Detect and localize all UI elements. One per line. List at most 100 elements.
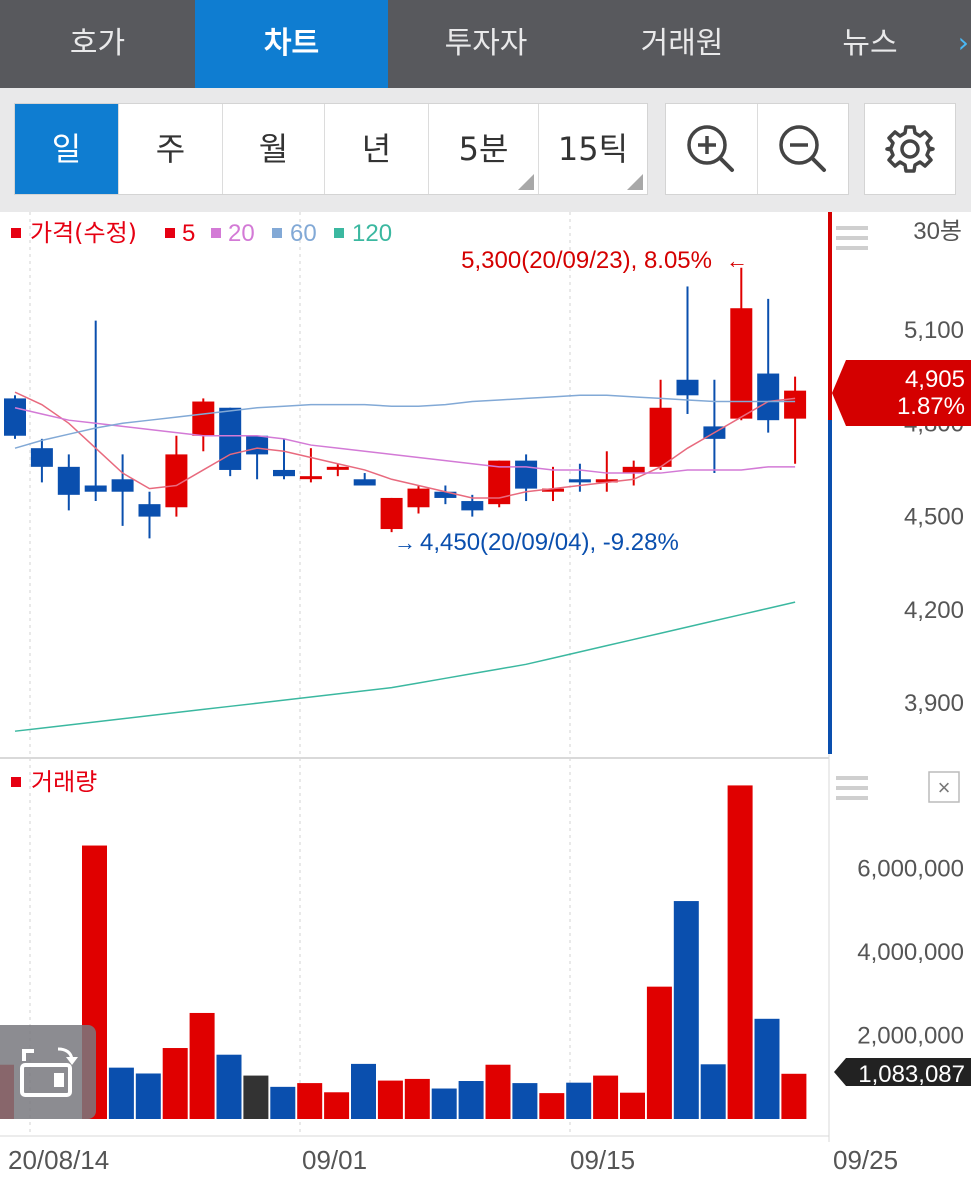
period-minute-label: 5분 <box>458 130 509 168</box>
settings-button[interactable] <box>864 103 956 195</box>
candle-body <box>649 407 672 467</box>
tab-hoga[interactable]: 호가 <box>0 0 195 88</box>
candle <box>192 398 215 452</box>
x-tick-label: 09/15 <box>570 1145 635 1175</box>
zoom-out-icon <box>779 125 826 172</box>
volume-bar <box>324 1092 350 1119</box>
legend-swatch-price <box>11 228 21 238</box>
zoom-out-button[interactable] <box>758 104 849 194</box>
candle-body <box>57 466 80 495</box>
volume-bar <box>781 1073 807 1119</box>
price-legend: 가격(수정) 5 20 60 120 <box>11 219 392 247</box>
candle-body <box>326 466 349 470</box>
candle <box>649 379 672 470</box>
candle-body <box>622 466 645 474</box>
ma-line-20 <box>14 407 796 474</box>
legend-volume: 거래량 <box>31 769 97 796</box>
candle <box>784 376 807 464</box>
candle-body <box>353 479 376 486</box>
candle <box>542 466 564 502</box>
candle-body <box>84 485 107 492</box>
volume-bar <box>431 1088 457 1119</box>
volume-bar <box>351 1063 376 1119</box>
zoom-controls <box>665 103 849 195</box>
volume-close-button[interactable]: × <box>928 771 960 803</box>
chevron-right-icon[interactable]: › <box>958 0 969 88</box>
candle <box>434 485 457 505</box>
candle-body <box>784 390 807 419</box>
top-tab-bar: 호가 차트 투자자 거래원 뉴스 › <box>0 0 971 88</box>
volume-tick-label: 4,000,000 <box>857 939 964 966</box>
x-tick-label: 09/25 <box>833 1145 898 1175</box>
chart-grid <box>29 212 571 1136</box>
candle-body <box>4 398 26 436</box>
current-price-value: 4,905 <box>905 366 965 393</box>
candle-body <box>461 501 484 511</box>
legend-swatch-ma60 <box>272 228 282 238</box>
volume-tick-label: 2,000,000 <box>857 1023 964 1050</box>
candle <box>273 438 295 480</box>
candle-count-label[interactable]: 30봉 <box>913 218 962 245</box>
candle-body <box>30 448 53 467</box>
period-week-button[interactable]: 주 <box>119 104 223 194</box>
candle <box>57 454 80 511</box>
current-price-marker: 4,905 1.87% <box>828 212 971 754</box>
tab-broker[interactable]: 거래원 <box>584 0 780 88</box>
price-tick-label: 3,900 <box>904 690 964 717</box>
volume-bar <box>108 1067 134 1119</box>
candle-body <box>676 379 699 396</box>
candle <box>138 491 161 539</box>
candle-body <box>138 504 161 517</box>
candle <box>84 320 107 502</box>
volume-tick-label: 6,000,000 <box>857 856 964 883</box>
legend-ma20: 20 <box>228 220 255 247</box>
close-icon: × <box>938 775 951 800</box>
chart-area[interactable]: 5,1004,8004,5004,2003,9006,000,0004,000,… <box>0 212 971 1181</box>
tab-investor[interactable]: 투자자 <box>388 0 584 88</box>
period-day-button[interactable]: 일 <box>15 104 119 194</box>
period-tick-button[interactable]: 15틱 <box>539 104 647 194</box>
candle-body <box>757 373 780 421</box>
legend-swatch-volume <box>11 777 21 787</box>
volume-bar <box>754 1018 780 1119</box>
volume-bar <box>485 1064 511 1119</box>
current-volume-value: 1,083,087 <box>858 1061 965 1088</box>
tab-chart[interactable]: 차트 <box>195 0 388 88</box>
candle-body <box>515 460 538 489</box>
legend-ma120: 120 <box>352 220 392 247</box>
high-arrow-icon: ← <box>726 248 748 273</box>
x-tick-label: 20/08/14 <box>8 1145 109 1175</box>
legend-swatch-ma120 <box>334 228 344 238</box>
candle-body <box>380 497 403 530</box>
period-year-button[interactable]: 년 <box>325 104 429 194</box>
period-month-button[interactable]: 월 <box>223 104 325 194</box>
volume-bar <box>700 1064 726 1119</box>
candle-body <box>273 469 295 477</box>
candle-body <box>434 491 457 498</box>
candle-body <box>219 407 242 470</box>
legend-ma5: 5 <box>182 220 195 247</box>
volume-bar <box>593 1075 619 1119</box>
volume-bar <box>377 1080 403 1119</box>
rotate-screen-button[interactable] <box>0 1025 96 1119</box>
candle <box>299 448 322 483</box>
price-tick-label: 4,200 <box>904 597 964 624</box>
volume-bar <box>620 1092 645 1119</box>
candle <box>488 460 511 508</box>
rotate-icon <box>20 1047 78 1097</box>
volume-panel-menu-icon[interactable] <box>836 776 868 800</box>
chart-toolbar: 일 주 월 년 5분 15틱 <box>0 88 971 212</box>
candle <box>568 463 591 492</box>
zoom-in-button[interactable] <box>666 104 758 194</box>
period-minute-button[interactable]: 5분 <box>429 104 539 194</box>
stock-chart[interactable]: 5,1004,8004,5004,2003,9006,000,0004,000,… <box>0 212 971 1181</box>
price-panel-menu-icon[interactable] <box>836 226 868 250</box>
legend-price: 가격(수정) <box>30 219 137 247</box>
legend-ma60: 60 <box>290 220 317 247</box>
volume-bar <box>297 1083 323 1119</box>
candle-body <box>111 479 134 492</box>
tab-news[interactable]: 뉴스 <box>780 0 960 88</box>
volume-bar <box>404 1078 430 1119</box>
volume-bar <box>512 1083 538 1119</box>
period-tick-label: 15틱 <box>557 130 629 168</box>
